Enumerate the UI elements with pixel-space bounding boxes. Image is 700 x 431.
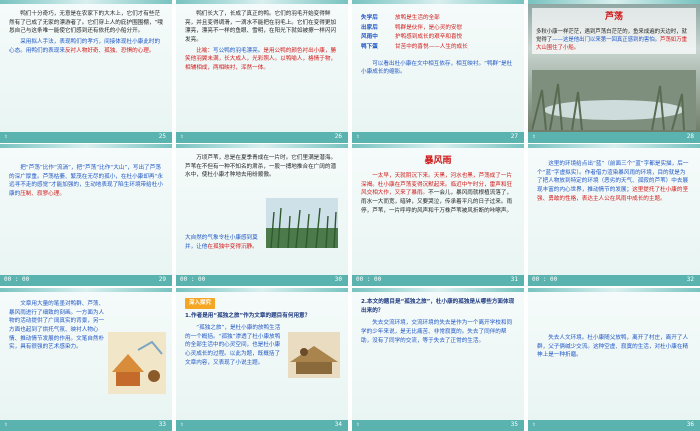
share-icon[interactable]: ⇧ bbox=[532, 133, 536, 140]
slide-26[interactable]: 鸭们长大了，长成了真正的鸭。它们的羽毛开始变得鲜亮，并且变得绸滑，一滴水不能把在… bbox=[176, 0, 348, 143]
slide-32[interactable]: 这里的环境给点出“蓝”（前面三个“蓝”字都是实描，后一个“蓝”字虚拟实）。作者借… bbox=[528, 144, 700, 286]
share-icon[interactable]: ⇧ bbox=[180, 421, 184, 428]
reed-title-box: 芦荡 多秋小康一样茫茫，遇到芦荡白茫茫的，鱼来成遍的天边时，就觉得了——这是他出… bbox=[532, 8, 696, 55]
question: 1.作者是用“孤独之旅”作为文章的题目有何用意？ bbox=[185, 312, 311, 319]
slide-footer: ⇧ 28 bbox=[528, 132, 700, 143]
slide-footer: ⇧ 27 bbox=[352, 132, 524, 143]
slide-25[interactable]: 鸭们十分奇巧，无意是在农家下的大木上，它们才有些茫然有了已成了无家的漂游者了。它… bbox=[0, 0, 172, 143]
slide-footer: ⇧ 33 bbox=[0, 420, 172, 431]
slide-text: 可以看出杜小康在文中相互依存，相互映衬。“鸭群”是杜小康成长的缩影。 bbox=[361, 60, 513, 76]
slide-text: 鸭们十分奇巧，无意是在农家下的大木上，它们才有些茫然有了已成了无家的漂游者了。它… bbox=[9, 11, 163, 35]
timer: 00 : 00 bbox=[532, 276, 558, 283]
slide-text: 万顷芦苇，总是在夏季青成在一片时。它们里满是潜海。芦苇在不但有一种不知名的肃杀，… bbox=[185, 155, 337, 179]
slide-text: 失去交流环境，交流环境的失去是作为一个离开学校和同学的少年来说，是无比痛苦、非常… bbox=[361, 320, 513, 344]
slide-text: “孤独之旅”，是杜小康的放鸭生活的一个概括。“孤独”渗透了杜小康放鸭的全部生活中… bbox=[185, 325, 281, 366]
timer: 00 : 00 bbox=[180, 276, 206, 283]
slide-36[interactable]: 失去人文环境。杜小康随父放鸭，离开了村庄，离开了人群，父子俩缄少交流。这种空虚、… bbox=[528, 288, 700, 431]
slide-footer: ⇧ 26 bbox=[176, 132, 348, 143]
slide-text: 这里的环境给点出“蓝”（前面三个“蓝”字都是实描，后一个“蓝”字虚拟实）。作者借… bbox=[537, 161, 689, 202]
slide-33[interactable]: 文章用大量的笔墨对鸭群、芦荡、暴风雨进行了细致的刻画。一方面为人物的活动提供了广… bbox=[0, 288, 172, 431]
reed-landscape-image bbox=[532, 70, 696, 130]
slide-34[interactable]: 深入探究 1.作者是用“孤独之旅”作为文章的题目有何用意？ “孤独之旅”，是杜小… bbox=[176, 288, 348, 431]
slide-text: 鸭们长大了，长成了真正的鸭。它们的羽毛开始变得鲜亮，并且变得绸滑，一滴水不能把在… bbox=[185, 11, 337, 43]
slide-text: 把“芦荡”比作“流淌”，把“芦荡”比作“大山”，写出了芦荡的深广厚重。芦荡枯萎、… bbox=[9, 165, 163, 197]
slide-text: 一太早，天就阴沉下来。天黑，河水也黑，芦荡成了一片深褐。杜小康在芦荡变得沉默起来… bbox=[361, 172, 513, 214]
reeds-image bbox=[266, 198, 338, 248]
slide-footer: ⇧ 35 bbox=[352, 420, 524, 431]
slide-28[interactable]: 芦荡 多秋小康一样茫茫，遇到芦荡白茫茫的，鱼来成遍的天边时，就觉得了——这是他出… bbox=[528, 0, 700, 143]
share-icon[interactable]: ⇧ bbox=[4, 421, 8, 428]
slide-text: 失去人文环境。杜小康随父放鸭，离开了村庄，离开了人群，父子俩缄少交流。这种空虚、… bbox=[537, 335, 689, 359]
slide-footer: 00 : 00 32 bbox=[528, 275, 700, 286]
summary-table: 失学后 放鸭是生活的全部 出家后 鸭群是伙伴，是心灵的安慰 风雨中 护鸭感到成长的艰辛… bbox=[361, 15, 468, 50]
illustration-image bbox=[288, 332, 340, 378]
slide-35[interactable]: 2.本文的题目是“孤独之旅”，杜小康的孤独是从哪些方面体现出来的？ 失去交流环境… bbox=[352, 288, 524, 431]
timer: 00 : 00 bbox=[356, 276, 382, 283]
section-tag: 深入探究 bbox=[185, 298, 216, 309]
share-icon[interactable]: ⇧ bbox=[180, 133, 184, 140]
slide-analysis: 大自然的气象令杜小康感到莫并，让他在孤独中变得沉静。 bbox=[185, 235, 258, 250]
share-icon[interactable]: ⇧ bbox=[356, 133, 360, 140]
slide-analysis: 采用拟人手法，表现鸭们的孝巧，间接体现杜小康此时的心态。用鸭们的表现来反衬人物好… bbox=[9, 38, 161, 54]
slide-footer: 00 : 00 30 bbox=[176, 275, 348, 286]
share-icon[interactable]: ⇧ bbox=[532, 421, 536, 428]
illustration-image bbox=[108, 332, 166, 394]
slide-footer: 00 : 00 29 bbox=[0, 275, 172, 286]
slide-title: 芦荡 bbox=[604, 12, 623, 22]
slide-31[interactable]: 暴风雨 一太早，天就阴沉下来。天黑，河水也黑，芦荡成了一片深褐。杜小康在芦荡变得… bbox=[352, 144, 524, 286]
slide-text: 文章用大量的笔墨对鸭群、芦荡、暴风雨进行了细致的刻画。一方面为人物的活动提供了广… bbox=[9, 301, 105, 351]
slide-title: 暴风雨 bbox=[424, 156, 452, 166]
share-icon[interactable]: ⇧ bbox=[356, 421, 360, 428]
slide-footer: ⇧ 36 bbox=[528, 420, 700, 431]
question: 2.本文的题目是“孤独之旅”，杜小康的孤独是从哪些方面体现出来的？ bbox=[361, 299, 515, 314]
slide-30[interactable]: 万顷芦苇，总是在夏季青成在一片时。它们里满是潜海。芦苇在不但有一种不知名的肃杀，… bbox=[176, 144, 348, 286]
slide-footer: ⇧ 25 bbox=[0, 132, 172, 143]
slide-27[interactable]: 失学后 放鸭是生活的全部 出家后 鸭群是伙伴，是心灵的安慰 风雨中 护鸭感到成长的艰辛… bbox=[352, 0, 524, 143]
slide-footer: 00 : 00 31 bbox=[352, 275, 524, 286]
slide-footer: ⇧ 34 bbox=[176, 420, 348, 431]
timer: 00 : 00 bbox=[4, 276, 30, 283]
share-icon[interactable]: ⇧ bbox=[4, 133, 8, 140]
slide-29[interactable]: 把“芦荡”比作“流淌”，把“芦荡”比作“大山”，写出了芦荡的深广厚重。芦荡枯萎、… bbox=[0, 144, 172, 286]
slide-analysis: 比喻：写公鸭的羽毛漂亮。是用公鸭的颜色衬出小康，勝笑他羽翼未满，长大成人，光彩照… bbox=[185, 47, 337, 71]
